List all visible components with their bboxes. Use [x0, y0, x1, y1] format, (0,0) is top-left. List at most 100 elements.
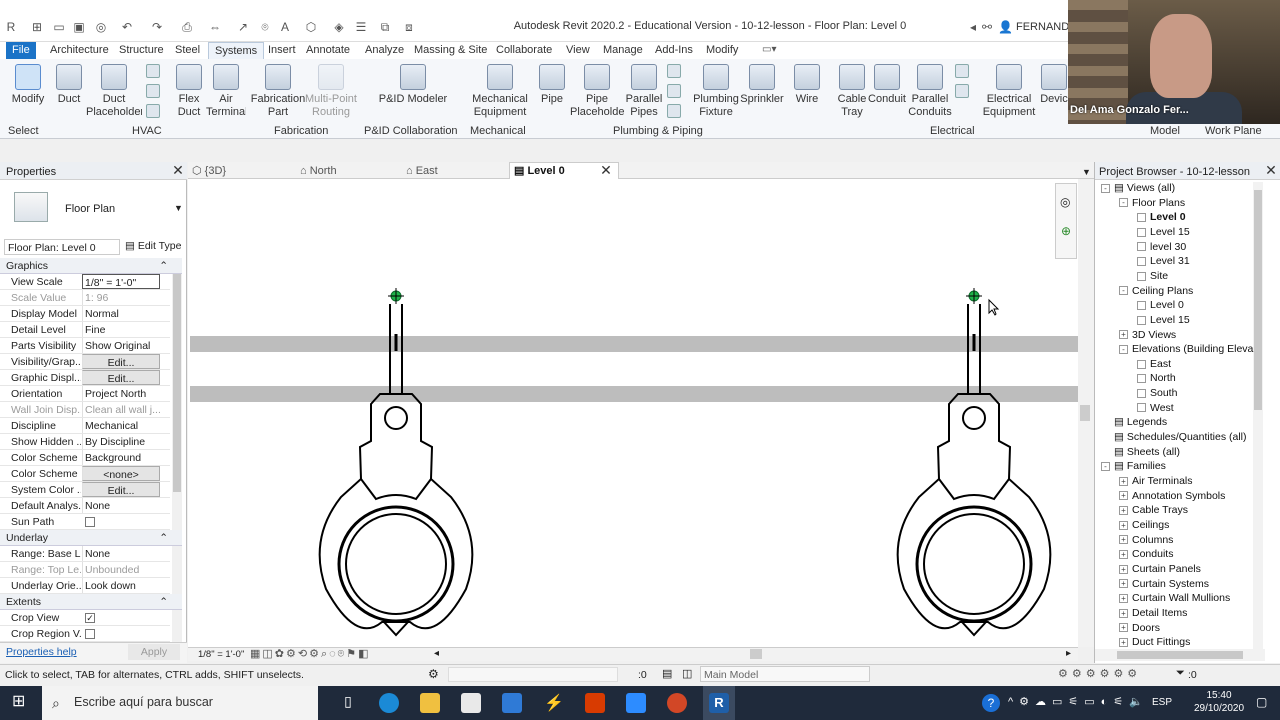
browser-item-annotation-symbols[interactable]: + Annotation Symbols: [1119, 489, 1225, 503]
property-row-underlay-orie[interactable]: Underlay Orie... Look down: [0, 578, 170, 594]
property-row-discipline[interactable]: Discipline Mechanical: [0, 418, 170, 434]
tab-massing-site[interactable]: Massing & Site: [408, 42, 493, 59]
browser-item-detail-items[interactable]: + Detail Items: [1119, 606, 1187, 620]
property-value[interactable]: Unbounded: [82, 562, 160, 577]
help-icon[interactable]: ?: [982, 694, 1000, 712]
steering-wheel-icon[interactable]: ◎: [1060, 195, 1070, 209]
property-row-range-base-l[interactable]: Range: Base L...None: [0, 546, 170, 562]
cable-tray-button[interactable]: Cable Tray: [834, 64, 870, 119]
browser-item-level-0[interactable]: Level 0: [1137, 298, 1184, 312]
collapse-icon[interactable]: -: [1119, 286, 1128, 296]
zoom-app-icon[interactable]: [626, 693, 646, 713]
tab-insert[interactable]: Insert: [262, 42, 302, 59]
properties-help-link[interactable]: Properties help: [6, 646, 77, 658]
browser-item-floor-plans[interactable]: - Floor Plans: [1119, 196, 1185, 210]
tab-view[interactable]: View: [560, 42, 596, 59]
vertical-scroll-thumb[interactable]: [1080, 405, 1090, 421]
type-selector[interactable]: Floor Plan: [65, 203, 115, 215]
panel-hvac[interactable]: HVAC: [132, 124, 162, 138]
chevron-down-icon[interactable]: ▼: [174, 203, 183, 213]
pipe-placeholder-button[interactable]: Pipe Placeholder: [570, 64, 624, 119]
property-row-orientation[interactable]: Orientation Project North: [0, 386, 170, 402]
sync-icon[interactable]: ◎: [94, 20, 108, 34]
properties-scroll-thumb[interactable]: [173, 266, 181, 492]
browser-item-doors[interactable]: + Doors: [1119, 621, 1160, 635]
expand-icon[interactable]: +: [1119, 330, 1128, 340]
browser-item-conduits[interactable]: + Conduits: [1119, 547, 1173, 561]
redo-icon[interactable]: ↷: [150, 20, 164, 34]
property-edit-button[interactable]: Edit...: [82, 482, 160, 497]
property-value[interactable]: None: [82, 546, 160, 561]
system-tray-icons[interactable]: ^⚙☁▭⚟▭◐⚟🔈: [1008, 695, 1149, 708]
parallel-pipes-button[interactable]: Parallel Pipes: [624, 64, 664, 119]
office-icon[interactable]: [585, 693, 605, 713]
pipe-band-upper[interactable]: [190, 336, 1078, 352]
tab-annotate[interactable]: Annotate: [300, 42, 356, 59]
property-row-color-scheme[interactable]: Color Scheme ...Background: [0, 450, 170, 466]
property-row-range-top-le[interactable]: Range: Top Le... Unbounded: [0, 562, 170, 578]
browser-item-schedules-quantities-all[interactable]: ▤ Schedules/Quantities (all): [1101, 430, 1247, 444]
expand-icon[interactable]: +: [1119, 623, 1128, 633]
drawing-canvas[interactable]: [188, 179, 1078, 647]
panel-model[interactable]: Model: [1150, 124, 1180, 138]
expand-icon[interactable]: +: [1119, 579, 1128, 589]
view-control-icons[interactable]: ▦◫✿⚙⟲⚙⌕◌⌾⚑◧: [250, 647, 371, 661]
horizontal-scroll-thumb[interactable]: [750, 649, 762, 659]
collapse-icon[interactable]: [1137, 227, 1146, 237]
user-icon[interactable]: 👤: [998, 20, 1013, 34]
collapse-icon[interactable]: [1137, 213, 1146, 223]
plumbing-tool-1-icon[interactable]: [667, 64, 681, 78]
property-row-wall-join-disp[interactable]: Wall Join Disp... Clean all wall j...: [0, 402, 170, 418]
browser-hscroll-thumb[interactable]: [1117, 651, 1243, 659]
notifications-icon[interactable]: ▢: [1256, 695, 1267, 709]
browser-item-sheets-all[interactable]: ▤ Sheets (all): [1101, 445, 1180, 459]
electrical-equipment-button[interactable]: Electrical Equipment: [982, 64, 1036, 119]
property-value[interactable]: Normal: [82, 306, 160, 321]
thin-lines-icon[interactable]: ☰: [354, 20, 368, 34]
collapse-icon[interactable]: ⌃: [159, 260, 168, 272]
section-underlay[interactable]: Underlay ⌃: [0, 530, 182, 546]
measure-icon[interactable]: ⇔: [208, 20, 222, 34]
collapse-icon[interactable]: [1137, 359, 1146, 369]
browser-item-views-all[interactable]: - ▤ Views (all): [1101, 181, 1175, 195]
revit-taskbar-icon[interactable]: R: [709, 693, 729, 713]
browser-item-level-30[interactable]: level 30: [1137, 240, 1186, 254]
modify-button[interactable]: Modify: [8, 64, 48, 106]
browser-item-level-0[interactable]: Level 0: [1137, 210, 1186, 224]
property-value[interactable]: 1: 96: [82, 290, 160, 305]
property-row-parts-visibility[interactable]: Parts Visibility Show Original: [0, 338, 170, 354]
property-value[interactable]: Show Original: [82, 338, 160, 353]
tab-modify[interactable]: Modify: [700, 42, 744, 59]
browser-item-duct-fittings[interactable]: + Duct Fittings: [1119, 635, 1190, 649]
electrical-tool-2-icon[interactable]: [955, 84, 969, 98]
expand-icon[interactable]: +: [1119, 491, 1128, 501]
revit-logo-icon[interactable]: R: [4, 20, 18, 34]
section-extents[interactable]: Extents ⌃: [0, 594, 182, 610]
plumbing-tool-3-icon[interactable]: [667, 104, 681, 118]
tab-manage[interactable]: Manage: [597, 42, 649, 59]
print-icon[interactable]: ⎙: [180, 20, 194, 34]
property-value[interactable]: Clean all wall j...: [82, 402, 160, 417]
browser-item-ceiling-plans[interactable]: - Ceiling Plans: [1119, 284, 1193, 298]
collapse-icon[interactable]: [1137, 242, 1146, 252]
view-tab-3d[interactable]: ⬡ {3D}: [192, 163, 226, 179]
language-indicator[interactable]: ESP: [1152, 697, 1172, 708]
property-checkbox[interactable]: [85, 517, 95, 527]
browser-item-curtain-wall-mullions[interactable]: + Curtain Wall Mullions: [1119, 591, 1230, 605]
property-value[interactable]: Fine: [82, 322, 160, 337]
pipe-button[interactable]: Pipe: [536, 64, 568, 106]
ribbon-options-icon[interactable]: ▭▾: [762, 44, 776, 55]
browser-item-cable-trays[interactable]: + Cable Trays: [1119, 503, 1188, 517]
panel-electrical[interactable]: Electrical: [930, 124, 975, 138]
property-value[interactable]: Look down: [82, 578, 160, 593]
expand-icon[interactable]: +: [1119, 608, 1128, 618]
mechanical-equipment-button[interactable]: Mechanical Equipment: [470, 64, 530, 119]
panel-p-id-collaboration[interactable]: P&ID Collaboration: [364, 124, 458, 138]
design-options-icon[interactable]: ▤: [662, 667, 672, 680]
property-row-scale-value[interactable]: Scale Value 1: 96: [0, 290, 170, 306]
instance-selector[interactable]: Floor Plan: Level 0: [4, 239, 120, 255]
tab-add-ins[interactable]: Add-Ins: [649, 42, 699, 59]
browser-item-east[interactable]: East: [1137, 357, 1171, 371]
panel-work-plane[interactable]: Work Plane: [1205, 124, 1262, 138]
close-tab-icon[interactable]: ✕: [599, 163, 613, 178]
